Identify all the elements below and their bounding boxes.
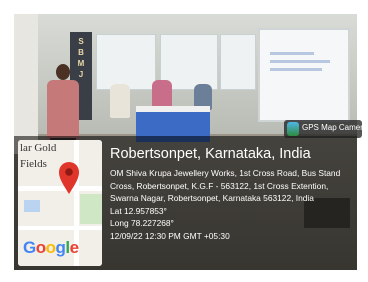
gps-camera-icon	[287, 122, 299, 136]
speaker-head	[56, 64, 70, 80]
projector-screen	[258, 28, 350, 122]
google-logo: Google	[23, 238, 79, 257]
speaker	[47, 80, 79, 140]
timestamp: 12/09/22 12:30 PM GMT +05:30	[110, 230, 230, 241]
seated-guest	[152, 80, 172, 108]
map-thumbnail[interactable]: lar Gold Fields Google	[18, 140, 102, 266]
poster-left	[96, 34, 156, 90]
location-pin-icon	[59, 162, 79, 194]
address-line: Swarna Nagar, Robertsonpet, Karnataka 56…	[110, 193, 314, 203]
gps-camera-badge: GPS Map Camera	[284, 120, 367, 138]
location-info: Robertsonpet, Karnataka, India OM Shiva …	[110, 146, 356, 242]
poster-right	[220, 34, 256, 90]
address-line: Cross, Robertsonpet, K.G.F - 563122, 1st…	[110, 180, 329, 191]
latitude: Lat 12.957853°	[110, 205, 167, 216]
address-line: OM Shiva Krupa Jewellery Works, 1st Cros…	[110, 168, 341, 178]
longitude: Long 78.227268°	[110, 218, 174, 228]
location-title: Robertsonpet, Karnataka, India	[110, 146, 311, 162]
seated-guest	[110, 84, 130, 118]
pillar	[14, 14, 38, 154]
banner-letters: S B M J	[77, 37, 85, 79]
map-label: Fields	[20, 158, 47, 170]
gps-camera-label: GPS Map Camera	[302, 123, 368, 132]
map-label: lar Gold	[20, 142, 57, 154]
